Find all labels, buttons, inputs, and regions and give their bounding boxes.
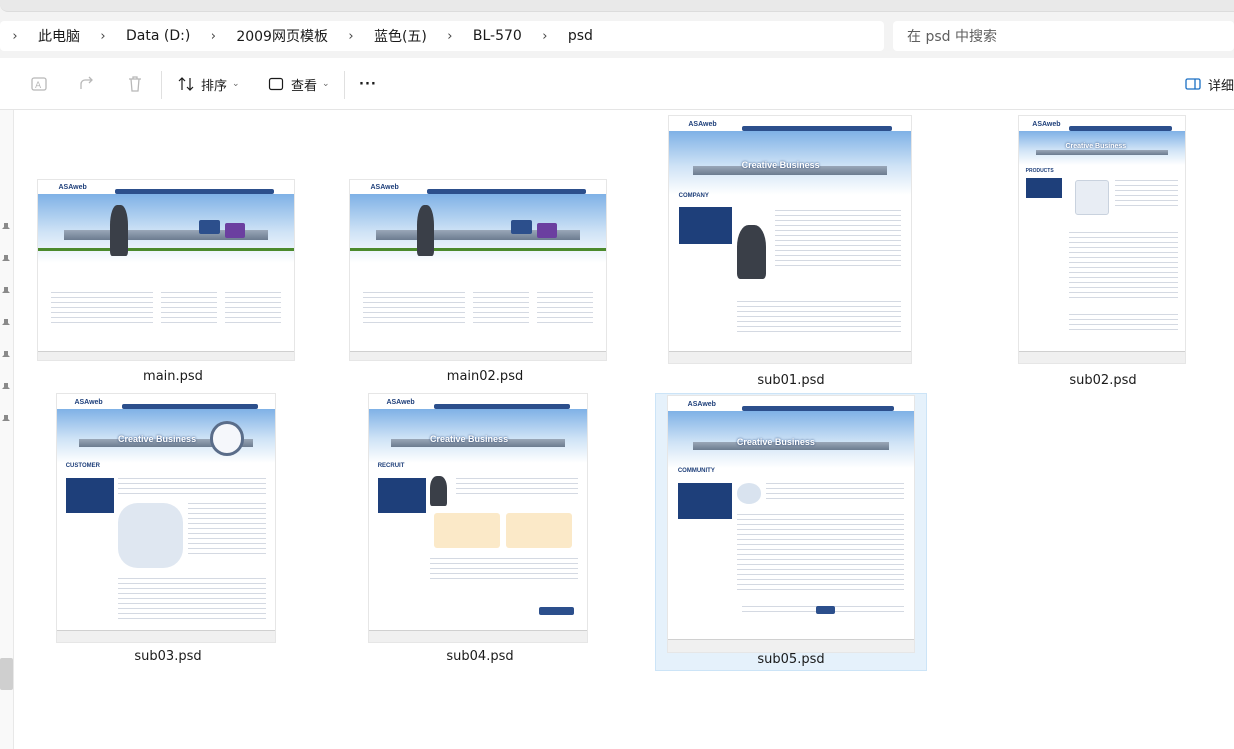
file-item[interactable]: ASAweb main.psd: [25, 115, 321, 395]
file-thumbnail: ASAweb Creative Business COMMUNITY: [668, 396, 914, 652]
share-icon: [80, 76, 93, 89]
file-thumbnail: ASAweb Creative Business CUSTOMER: [57, 394, 275, 642]
command-bar: A 排序 ⌄ 查看 ⌄ ··· 详细: [0, 58, 1234, 110]
trash-icon: [129, 76, 141, 92]
pin-icon: [2, 415, 10, 426]
breadcrumb-pc-icon-segment[interactable]: ›: [0, 21, 30, 51]
pin-icon: [2, 319, 10, 330]
breadcrumb-item[interactable]: 此电脑 ›: [30, 21, 118, 51]
file-thumbnail: ASAweb Creative Business RECRUIT: [369, 394, 587, 642]
navigation-pane[interactable]: [0, 110, 14, 749]
svg-text:A: A: [35, 81, 42, 91]
file-name: sub04.psd: [446, 649, 514, 664]
breadcrumb-item-current[interactable]: psd: [560, 21, 601, 51]
file-grid: ASAweb main.psd ASAweb main02.psd ASAweb…: [15, 111, 1234, 749]
sort-icon: [178, 77, 194, 91]
pin-icon: [2, 255, 10, 266]
file-item[interactable]: ASAweb Creative Business RECRUIT sub04.p…: [355, 391, 605, 675]
address-bar: › 此电脑 › Data (D:) › 2009网页模板 › 蓝色(五) › B…: [0, 14, 1234, 58]
nav-pane-scrollbar[interactable]: [0, 658, 13, 690]
sort-button[interactable]: 排序 ⌄: [177, 70, 240, 98]
file-item[interactable]: ASAweb Creative Business PRODUCTS sub02.…: [1015, 111, 1191, 395]
view-icon: [268, 77, 284, 91]
chevron-down-icon: ⌄: [322, 79, 330, 89]
breadcrumb[interactable]: › 此电脑 › Data (D:) › 2009网页模板 › 蓝色(五) › B…: [0, 21, 884, 51]
file-name: sub02.psd: [1069, 373, 1137, 388]
share-button[interactable]: [78, 70, 96, 98]
file-item[interactable]: ASAweb Creative Business CUSTOMER sub03.…: [43, 391, 293, 675]
delete-button[interactable]: [126, 70, 144, 98]
file-name: sub05.psd: [757, 652, 825, 667]
search-input[interactable]: 在 psd 中搜索: [893, 21, 1234, 51]
file-item[interactable]: ASAweb main02.psd: [337, 115, 633, 395]
file-thumbnail: ASAweb Creative Business COMPANY: [669, 116, 911, 363]
chevron-right-icon[interactable]: ›: [530, 29, 560, 44]
chevron-right-icon[interactable]: ›: [435, 29, 465, 44]
toolbar-divider: [344, 71, 345, 99]
pin-icon: [2, 351, 10, 362]
chevron-right-icon[interactable]: ›: [198, 29, 228, 44]
file-thumbnail: ASAweb: [350, 180, 606, 360]
file-thumbnail: ASAweb Creative Business PRODUCTS: [1019, 116, 1185, 363]
chevron-right-icon[interactable]: ›: [336, 29, 366, 44]
file-name: main.psd: [143, 369, 203, 384]
chevron-right-icon: ›: [12, 28, 18, 44]
breadcrumb-item[interactable]: BL-570 ›: [465, 21, 560, 51]
file-name: sub03.psd: [134, 649, 202, 664]
breadcrumb-item[interactable]: Data (D:) ›: [118, 21, 228, 51]
file-name: sub01.psd: [757, 373, 825, 388]
more-icon: ···: [359, 76, 377, 92]
more-options-button[interactable]: ···: [359, 70, 377, 98]
file-name: main02.psd: [446, 369, 524, 384]
pin-icon: [2, 287, 10, 298]
pin-icon: [2, 223, 10, 234]
file-item-selected[interactable]: ASAweb Creative Business COMMUNITY sub05…: [655, 393, 927, 671]
breadcrumb-item[interactable]: 蓝色(五) ›: [366, 21, 465, 51]
tab-edge: [0, 0, 1234, 12]
details-pane-icon: [1185, 78, 1201, 90]
chevron-down-icon: ⌄: [232, 79, 240, 89]
file-item[interactable]: ASAweb Creative Business COMPANY sub01.p…: [655, 111, 927, 395]
chevron-right-icon[interactable]: ›: [88, 29, 118, 44]
details-pane-button[interactable]: 详细: [1184, 70, 1234, 98]
file-thumbnail: ASAweb: [38, 180, 294, 360]
pin-icon: [2, 383, 10, 394]
view-button[interactable]: 查看 ⌄: [267, 70, 330, 98]
rename-button[interactable]: A: [30, 70, 48, 98]
rename-icon: A: [31, 77, 47, 91]
title-bar-strip: [0, 0, 1234, 14]
breadcrumb-item[interactable]: 2009网页模板 ›: [228, 21, 366, 51]
toolbar-divider: [161, 71, 162, 99]
